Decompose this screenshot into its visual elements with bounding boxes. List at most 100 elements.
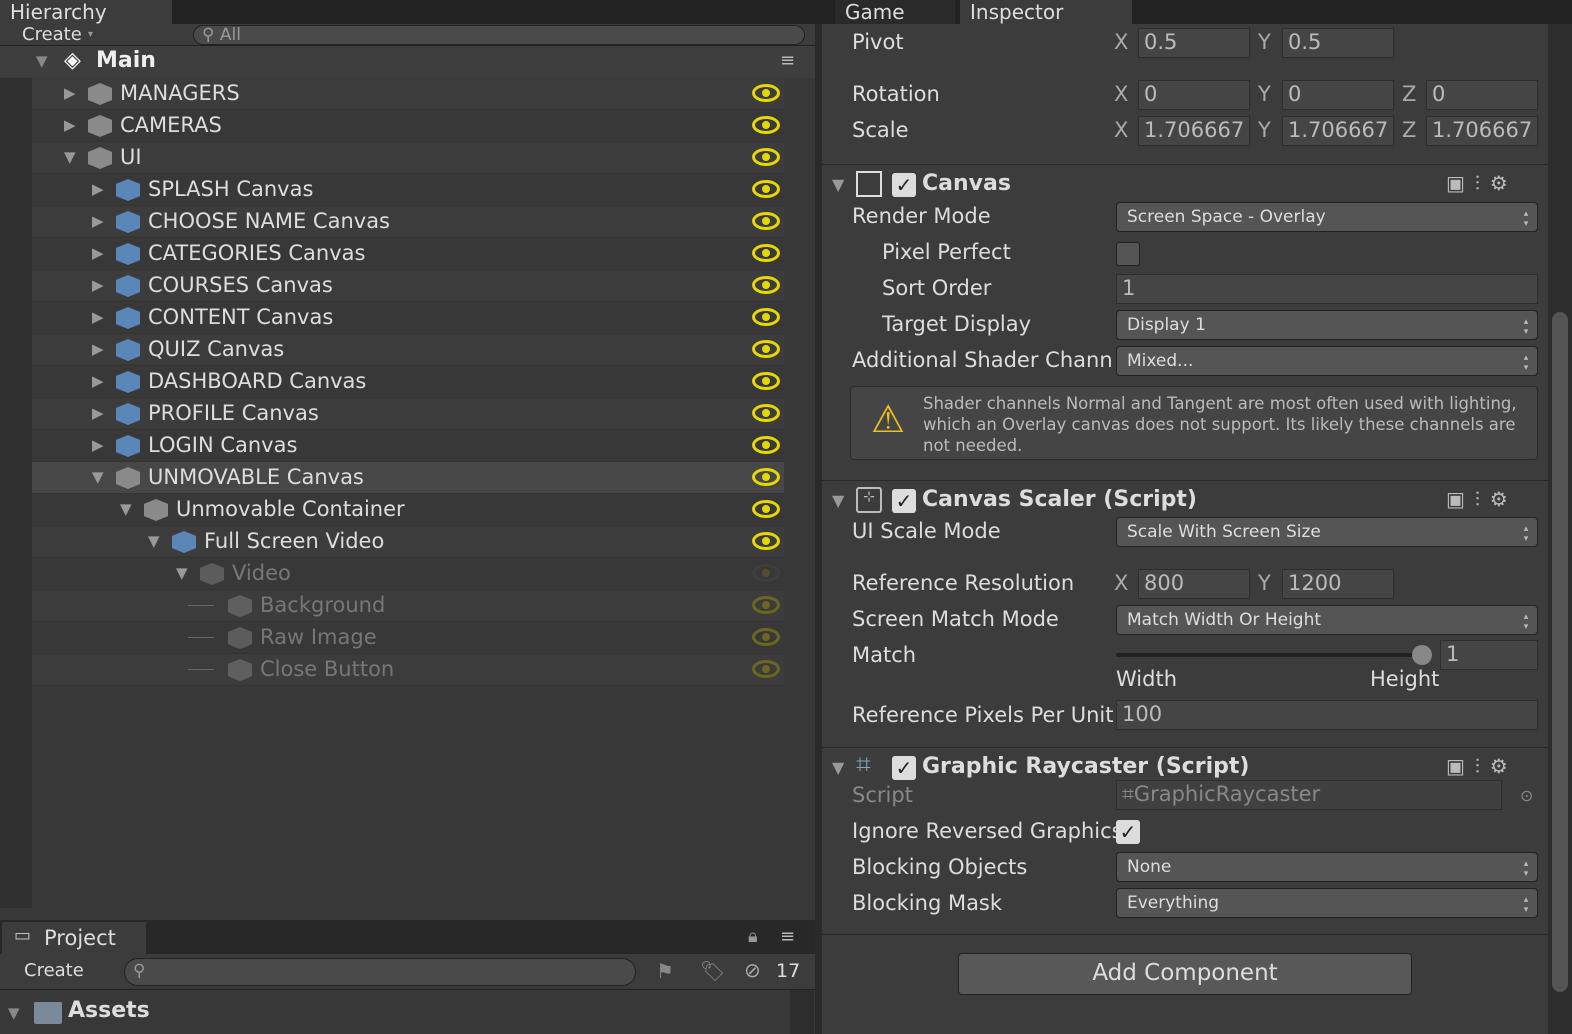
- expand-arrow-icon[interactable]: ▼: [148, 532, 160, 550]
- foldout-arrow-icon[interactable]: ▼: [832, 491, 844, 510]
- screen-match-mode-dropdown[interactable]: Match Width Or Height: [1116, 605, 1538, 635]
- expand-arrow-icon[interactable]: ▼: [8, 1004, 20, 1022]
- rotation-z-field[interactable]: 0: [1426, 80, 1538, 110]
- scale-x-field[interactable]: 1.706667: [1138, 116, 1250, 146]
- hierarchy-row[interactable]: ▼ Unmovable Container: [32, 494, 784, 526]
- visibility-eye-icon[interactable]: [752, 180, 780, 198]
- hierarchy-row[interactable]: ▼ UNMOVABLE Canvas: [32, 462, 784, 494]
- pivot-x-field[interactable]: 0.5: [1138, 28, 1250, 58]
- render-mode-dropdown[interactable]: Screen Space - Overlay: [1116, 202, 1538, 232]
- blocking-objects-dropdown[interactable]: None: [1116, 852, 1538, 882]
- canvas-component-header[interactable]: ▼ ✓ Canvas ▣⫶⚙: [822, 164, 1548, 202]
- component-icons[interactable]: ▣⫶⚙: [1446, 487, 1518, 511]
- lock-icon[interactable]: 🔒︎: [748, 926, 758, 947]
- scale-z-field[interactable]: 1.706667: [1426, 116, 1538, 146]
- foldout-arrow-icon[interactable]: ▼: [832, 758, 844, 777]
- hierarchy-row[interactable]: Raw Image: [32, 622, 784, 654]
- tab-game[interactable]: Game: [835, 0, 955, 24]
- expand-arrow-icon[interactable]: ▼: [64, 148, 76, 166]
- expand-arrow-icon[interactable]: ▶: [92, 404, 104, 422]
- expand-arrow-icon[interactable]: ▶: [92, 180, 104, 198]
- hierarchy-row[interactable]: ▶ SPLASH Canvas: [32, 174, 784, 206]
- visibility-eye-icon[interactable]: [752, 276, 780, 294]
- help-icon[interactable]: ▣: [1446, 754, 1475, 778]
- scene-menu-icon[interactable]: ≡: [780, 50, 795, 71]
- filter-by-label-icon[interactable]: 🏷︎: [700, 959, 725, 983]
- help-icon[interactable]: ▣: [1446, 171, 1475, 195]
- shader-channels-dropdown[interactable]: Mixed...: [1116, 346, 1538, 376]
- visibility-eye-icon[interactable]: [752, 468, 780, 486]
- panel-menu-icon[interactable]: ≡: [780, 926, 795, 947]
- visibility-eye-icon[interactable]: [752, 308, 780, 326]
- expand-arrow-icon[interactable]: ▼: [36, 52, 48, 70]
- hierarchy-row[interactable]: ▶ CHOOSE NAME Canvas: [32, 206, 784, 238]
- hidden-eye-icon[interactable]: ⊘: [744, 958, 761, 982]
- visibility-eye-icon[interactable]: [752, 404, 780, 422]
- blocking-mask-dropdown[interactable]: Everything: [1116, 888, 1538, 918]
- ui-scale-mode-dropdown[interactable]: Scale With Screen Size: [1116, 517, 1538, 547]
- hierarchy-row[interactable]: ▼ Full Screen Video: [32, 526, 784, 558]
- visibility-eye-icon[interactable]: [752, 500, 780, 518]
- component-icons[interactable]: ▣⫶⚙: [1446, 754, 1518, 778]
- visibility-eye-icon[interactable]: [752, 372, 780, 390]
- expand-arrow-icon[interactable]: ▶: [92, 340, 104, 358]
- hierarchy-row[interactable]: ▶ QUIZ Canvas: [32, 334, 784, 366]
- create-button[interactable]: Create: [22, 24, 82, 45]
- raycaster-enabled-checkbox[interactable]: ✓: [892, 756, 916, 780]
- inspector-scrollbar[interactable]: [1548, 12, 1572, 1034]
- tab-hierarchy[interactable]: Hierarchy: [0, 0, 172, 24]
- hierarchy-row[interactable]: ▶ CATEGORIES Canvas: [32, 238, 784, 270]
- visibility-eye-icon[interactable]: [752, 436, 780, 454]
- hierarchy-row[interactable]: Background: [32, 590, 784, 622]
- target-display-dropdown[interactable]: Display 1: [1116, 310, 1538, 340]
- match-slider-handle[interactable]: [1412, 645, 1432, 665]
- reference-y-field[interactable]: 1200: [1282, 569, 1394, 599]
- tab-inspector[interactable]: Inspector: [960, 0, 1132, 24]
- project-item-assets[interactable]: ▼ Assets: [0, 994, 790, 1034]
- ignore-reversed-checkbox[interactable]: ✓: [1116, 820, 1140, 844]
- gear-icon[interactable]: ⚙: [1490, 171, 1518, 195]
- script-field[interactable]: ⌗GraphicRaycaster: [1116, 780, 1502, 810]
- match-field[interactable]: 1: [1440, 640, 1538, 670]
- preset-icon[interactable]: ⫶: [1475, 754, 1490, 778]
- expand-arrow-icon[interactable]: ▼: [176, 564, 188, 582]
- expand-arrow-icon[interactable]: ▶: [92, 244, 104, 262]
- ppu-field[interactable]: 100: [1116, 700, 1538, 730]
- expand-arrow-icon[interactable]: ▶: [92, 212, 104, 230]
- hierarchy-row[interactable]: ▶ CONTENT Canvas: [32, 302, 784, 334]
- filter-by-type-icon[interactable]: ⚑: [656, 959, 674, 983]
- gear-icon[interactable]: ⚙: [1490, 754, 1518, 778]
- hierarchy-row[interactable]: ▼ UI: [32, 142, 784, 174]
- foldout-arrow-icon[interactable]: ▼: [832, 175, 844, 194]
- add-component-button[interactable]: Add Component: [958, 953, 1412, 995]
- hierarchy-row[interactable]: ▶ PROFILE Canvas: [32, 398, 784, 430]
- project-search-input[interactable]: ⚲: [124, 958, 636, 986]
- project-scrollbar[interactable]: [790, 990, 814, 1034]
- canvas-scaler-enabled-checkbox[interactable]: ✓: [892, 489, 916, 513]
- hierarchy-row[interactable]: ▶ LOGIN Canvas: [32, 430, 784, 462]
- hierarchy-row[interactable]: ▼ Video: [32, 558, 784, 590]
- pixel-perfect-checkbox[interactable]: [1116, 242, 1140, 266]
- visibility-eye-icon[interactable]: [752, 628, 780, 646]
- visibility-eye-icon[interactable]: [752, 532, 780, 550]
- expand-arrow-icon[interactable]: ▶: [92, 308, 104, 326]
- visibility-eye-icon[interactable]: [752, 660, 780, 678]
- expand-arrow-icon[interactable]: ▼: [92, 468, 104, 486]
- sort-order-field[interactable]: 1: [1116, 274, 1538, 304]
- rotation-y-field[interactable]: 0: [1282, 80, 1394, 110]
- preset-icon[interactable]: ⫶: [1475, 171, 1490, 195]
- visibility-eye-icon[interactable]: [752, 116, 780, 134]
- hierarchy-search-input[interactable]: ⚲ All: [193, 25, 805, 45]
- reference-x-field[interactable]: 800: [1138, 569, 1250, 599]
- project-create-button[interactable]: Create: [24, 960, 84, 981]
- expand-arrow-icon[interactable]: ▼: [120, 500, 132, 518]
- hierarchy-row[interactable]: ▶ MANAGERS: [32, 78, 784, 110]
- visibility-eye-icon[interactable]: [752, 212, 780, 230]
- tab-project[interactable]: ▭ Project: [2, 922, 146, 954]
- gear-icon[interactable]: ⚙: [1490, 487, 1518, 511]
- expand-arrow-icon[interactable]: ▶: [92, 276, 104, 294]
- component-icons[interactable]: ▣⫶⚙: [1446, 171, 1518, 195]
- expand-arrow-icon[interactable]: ▶: [92, 372, 104, 390]
- hierarchy-row[interactable]: ▶ COURSES Canvas: [32, 270, 784, 302]
- scrollbar-thumb[interactable]: [1552, 312, 1568, 992]
